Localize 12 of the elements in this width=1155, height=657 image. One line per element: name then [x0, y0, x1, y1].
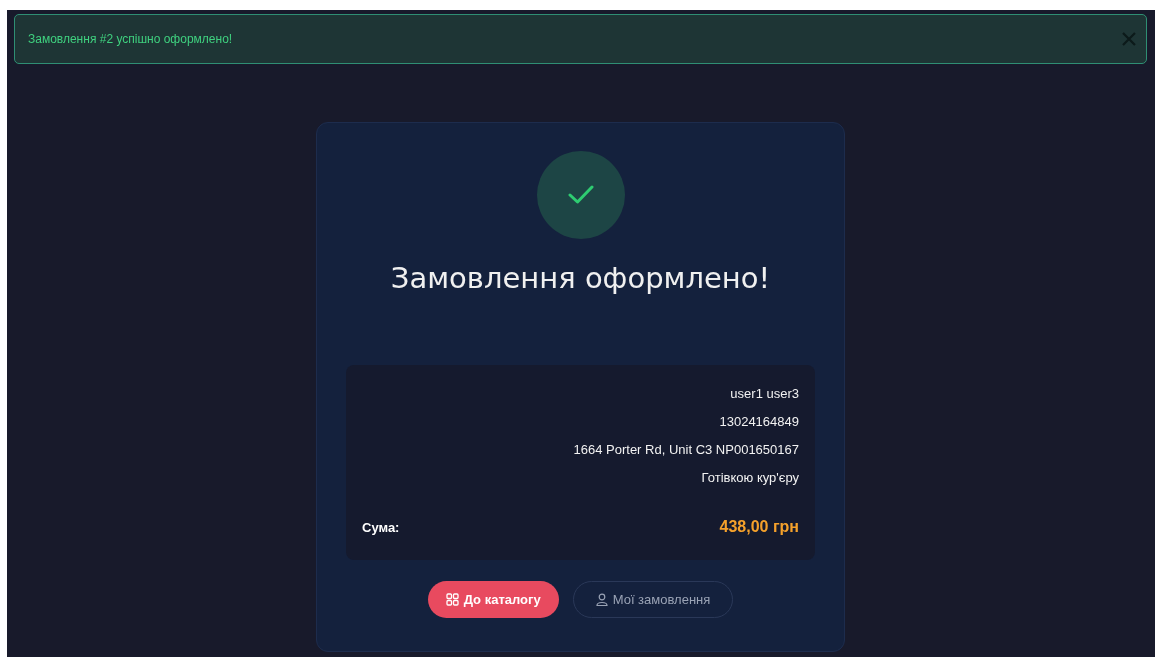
user-icon — [595, 593, 608, 606]
detail-value: Готівкою кур'єру — [701, 469, 799, 487]
toast-message: Замовлення #2 успішно оформлено! — [28, 32, 233, 46]
catalog-button[interactable]: До каталогу — [427, 581, 559, 618]
detail-value: user1 user3 — [730, 385, 799, 403]
total-amount: 438,00 грн — [719, 518, 799, 536]
card-title: Замовлення оформлено! — [390, 261, 771, 295]
close-icon[interactable] — [1122, 32, 1136, 46]
total-label: Сума: — [362, 519, 400, 535]
detail-value: 13024164849 — [719, 413, 799, 431]
grid-icon — [445, 593, 459, 606]
detail-value: 1664 Porter Rd, Unit C3 NP001650167 — [573, 441, 799, 459]
